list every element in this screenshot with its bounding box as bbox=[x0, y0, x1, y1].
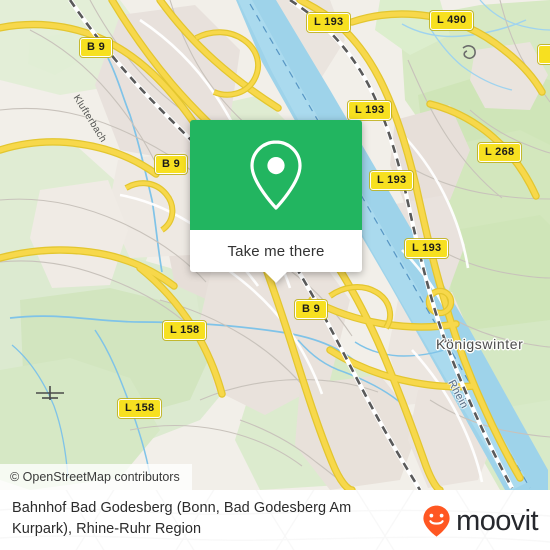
osm-attribution[interactable]: © OpenStreetMap contributors bbox=[0, 464, 192, 490]
moovit-wordmark: moovit bbox=[456, 505, 538, 537]
callout-header bbox=[190, 120, 362, 230]
road-shield-l193-ne: L 193 bbox=[348, 101, 392, 120]
road-shield-clipped-east bbox=[538, 45, 550, 64]
road-shield-b9-center: B 9 bbox=[295, 300, 328, 319]
road-shield-l193-se: L 193 bbox=[405, 239, 449, 258]
take-me-there-label: Take me there bbox=[227, 242, 325, 260]
station-title: Bahnhof Bad Godesberg (Bonn, Bad Godesbe… bbox=[12, 500, 352, 537]
moovit-pin-smiley-icon bbox=[423, 505, 450, 537]
map-canvas[interactable]: B 9 B 9 B 9 L 193 L 193 L 193 L 193 L 49… bbox=[0, 0, 550, 490]
callout-footer[interactable]: Take me there bbox=[190, 230, 362, 283]
station-callout-popup[interactable]: Take me there bbox=[190, 120, 362, 283]
road-shield-l158-n: L 158 bbox=[163, 321, 207, 340]
moovit-logo[interactable]: moovit bbox=[420, 504, 539, 538]
road-shield-l158-s: L 158 bbox=[118, 399, 162, 418]
road-shield-b9-nw: B 9 bbox=[80, 38, 113, 57]
road-shield-l193-e: L 193 bbox=[370, 171, 414, 190]
callout-pointer-tail bbox=[265, 272, 287, 283]
footer-bar: Bahnhof Bad Godesberg (Bonn, Bad Godesbe… bbox=[0, 490, 550, 550]
road-shield-l268: L 268 bbox=[478, 143, 522, 162]
place-label-koenigswinter: Königswinter bbox=[436, 336, 524, 352]
moovit-station-map-card: B 9 B 9 B 9 L 193 L 193 L 193 L 193 L 49… bbox=[0, 0, 550, 550]
road-shield-l193-n: L 193 bbox=[307, 13, 351, 32]
road-shield-l490: L 490 bbox=[430, 11, 474, 30]
map-pin-icon bbox=[250, 140, 302, 210]
road-shield-b9-west: B 9 bbox=[155, 155, 188, 174]
